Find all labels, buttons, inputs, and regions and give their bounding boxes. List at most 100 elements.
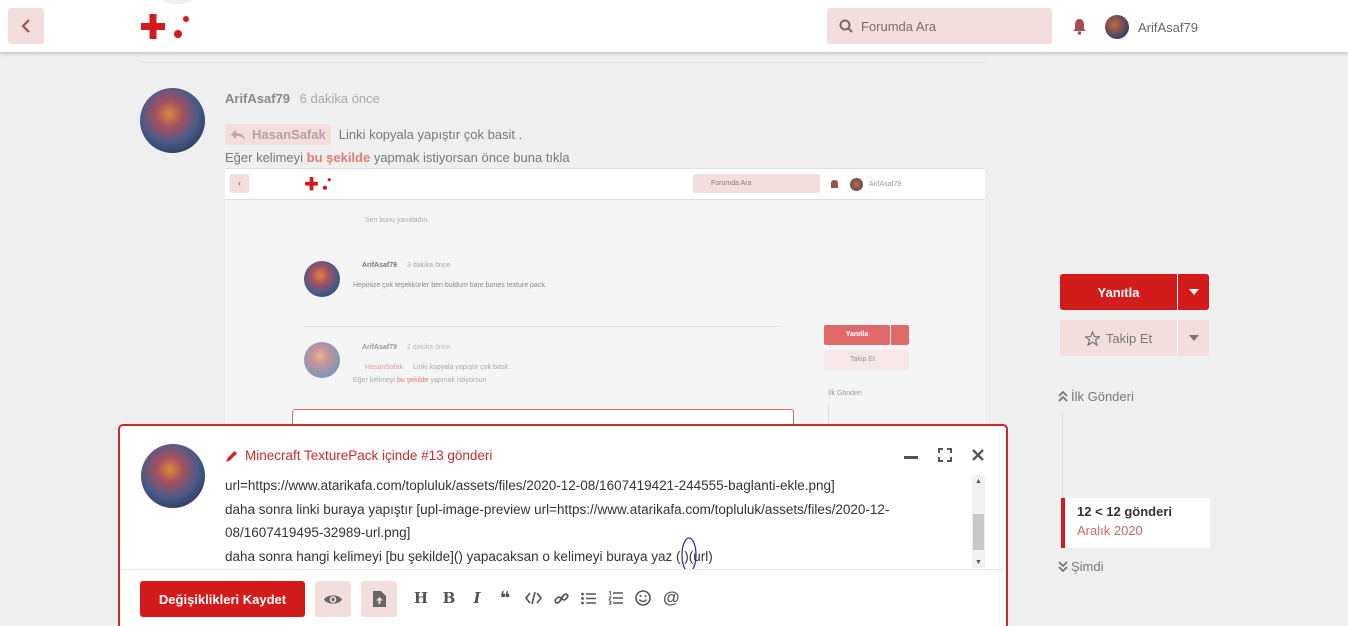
composer-textarea[interactable]: url=https://www.atarikafa.com/topluluk/a… bbox=[225, 474, 970, 568]
embedded-back-button: ‹ bbox=[230, 174, 249, 193]
scrollbar-thumb[interactable] bbox=[973, 514, 984, 550]
minimize-icon[interactable] bbox=[904, 448, 918, 462]
eye-icon bbox=[324, 594, 342, 604]
embedded-screenshot[interactable]: ‹ Forumda Ara ArifAsaf79 Sen bunu yanıtl… bbox=[225, 168, 985, 428]
logo-bump bbox=[160, 0, 194, 4]
caret-down-icon bbox=[1188, 335, 1199, 341]
reply-button-group: Yanıtla bbox=[1060, 274, 1209, 310]
link-icon[interactable] bbox=[554, 591, 569, 606]
mention-icon[interactable]: @ bbox=[663, 588, 680, 608]
fullscreen-icon[interactable] bbox=[938, 448, 952, 462]
composer-scrollbar[interactable]: ▲ ▼ bbox=[972, 476, 985, 568]
post-avatar[interactable] bbox=[140, 88, 205, 153]
embedded-reply-dd bbox=[891, 325, 909, 345]
quote-text: Linki kopyala yapıştır çok basit . bbox=[338, 127, 523, 142]
line2-prefix: Eğer kelimeyi bbox=[225, 150, 307, 165]
scroll-down-arrow[interactable]: ▼ bbox=[975, 559, 982, 566]
reply-label: Yanıtla bbox=[1097, 284, 1140, 300]
post-header: ArifAsaf79 6 dakika önce bbox=[225, 91, 380, 106]
composer-avatar bbox=[141, 444, 205, 508]
post-line: Eğer kelimeyi bu şekilde yapmak istiyors… bbox=[225, 150, 570, 165]
double-chevron-down-icon bbox=[1058, 561, 1068, 572]
embedded-p2-line2-b: bu şekilde bbox=[396, 377, 429, 384]
composer-line: url=https://www.atarikafa.com/topluluk/a… bbox=[225, 478, 835, 493]
search-icon bbox=[839, 19, 853, 33]
reply-button[interactable]: Yanıtla bbox=[1060, 274, 1177, 310]
first-post-link[interactable]: İlk Gönderi bbox=[1058, 389, 1134, 404]
embedded-p1-text: Hepinize çok teşekkürler ben buldum bare… bbox=[353, 282, 547, 289]
composer-controls bbox=[904, 448, 984, 462]
follow-dropdown-button[interactable] bbox=[1177, 320, 1209, 356]
embedded-p2-line2-a: Eğer kelimeyi bbox=[353, 377, 397, 384]
user-menu[interactable]: ArifAsaf79 bbox=[1105, 15, 1198, 39]
preview-button[interactable] bbox=[315, 581, 351, 617]
close-icon[interactable] bbox=[972, 449, 984, 461]
embedded-avatar-1 bbox=[304, 261, 340, 297]
save-changes-button[interactable]: Değişiklikleri Kaydet bbox=[140, 581, 305, 617]
timeline-position[interactable]: 12 < 12 gönderi Aralık 2020 bbox=[1061, 498, 1210, 548]
post-position: 12 < 12 gönderi bbox=[1077, 504, 1173, 519]
code-icon[interactable] bbox=[525, 592, 542, 604]
top-bar: Forumda Ara ArifAsaf79 bbox=[0, 0, 1348, 52]
italic-icon[interactable]: I bbox=[469, 589, 485, 607]
embedded-p2-text: Linki kopyala yapıştır çok basit . bbox=[413, 364, 512, 371]
embedded-avatar bbox=[850, 178, 863, 191]
embedded-search: Forumda Ara bbox=[693, 174, 820, 193]
pencil-icon bbox=[226, 450, 237, 462]
back-button[interactable] bbox=[8, 8, 44, 44]
heading-icon[interactable]: H bbox=[413, 589, 429, 607]
line2-suffix: yapmak istiyorsan önce buna tıkla bbox=[370, 150, 570, 165]
star-icon bbox=[1084, 330, 1100, 346]
post-time[interactable]: 6 dakika önce bbox=[300, 91, 380, 106]
follow-label: Takip Et bbox=[1105, 330, 1153, 346]
embedded-reply-label: Yanıtla bbox=[845, 331, 869, 338]
bullet-list-icon[interactable] bbox=[581, 592, 596, 605]
embedded-replied: Sen bunu yanıtladın. bbox=[365, 217, 430, 224]
now-label: Şimdi bbox=[1071, 559, 1104, 574]
quote-icon[interactable]: ❝ bbox=[497, 589, 513, 607]
embedded-p1-time: 3 dakika önce bbox=[407, 262, 451, 269]
now-link[interactable]: Şimdi bbox=[1058, 559, 1104, 574]
upload-button[interactable] bbox=[361, 581, 397, 617]
composer: Minecraft TexturePack içinde #13 gönderi… bbox=[118, 424, 1008, 626]
embedded-bell-icon bbox=[831, 180, 838, 188]
post-date: Aralık 2020 bbox=[1077, 523, 1143, 538]
search-input[interactable]: Forumda Ara bbox=[827, 8, 1052, 44]
embedded-p2-author: ArifAsaf79 bbox=[362, 344, 398, 351]
chevron-left-icon bbox=[21, 19, 30, 33]
composer-footer: Değişiklikleri Kaydet H B I ❝ @ bbox=[120, 569, 1006, 626]
post-author[interactable]: ArifAsaf79 bbox=[225, 91, 290, 106]
follow-button[interactable]: Takip Et bbox=[1060, 320, 1177, 356]
emoji-icon[interactable] bbox=[635, 590, 651, 606]
embedded-avatar-2 bbox=[304, 342, 340, 378]
embedded-p2-mention: HasanSafak bbox=[365, 364, 404, 371]
double-chevron-up-icon bbox=[1058, 391, 1068, 402]
search-placeholder: Forumda Ara bbox=[861, 18, 937, 34]
embedded-p1-author: ArifAsaf79 bbox=[362, 262, 398, 269]
embedded-reply-button: Yanıtla bbox=[824, 325, 890, 345]
embedded-logo-icon bbox=[305, 177, 331, 191]
reply-dropdown-button[interactable] bbox=[1177, 274, 1209, 310]
scroll-up-arrow[interactable]: ▲ bbox=[975, 478, 982, 485]
embedded-search-label: Forumda Ara bbox=[711, 180, 752, 187]
mention[interactable]: HasanSafak bbox=[225, 124, 331, 145]
bold-icon[interactable]: B bbox=[441, 589, 457, 607]
ordered-list-icon[interactable] bbox=[608, 591, 623, 605]
divider bbox=[140, 62, 985, 63]
site-logo-icon[interactable] bbox=[141, 14, 193, 42]
composer-title-text[interactable]: Minecraft TexturePack içinde #13 gönderi bbox=[245, 448, 492, 463]
embedded-p2-line2: Eğer kelimeyi bu şekilde yapmak istiyors… bbox=[353, 377, 486, 384]
composer-line: 08/1607419495-32989-url.png] bbox=[225, 525, 411, 540]
file-upload-icon bbox=[372, 591, 386, 607]
bold-link[interactable]: bu şekilde bbox=[307, 150, 371, 165]
format-toolbar: H B I ❝ @ bbox=[413, 588, 680, 608]
first-post-label: İlk Gönderi bbox=[1071, 389, 1134, 404]
reply-arrow-icon bbox=[231, 129, 245, 140]
save-label: Değişiklikleri Kaydet bbox=[158, 591, 287, 607]
timeline-track[interactable] bbox=[1062, 412, 1063, 500]
embedded-user: ArifAsaf79 bbox=[869, 181, 902, 188]
embedded-follow-label: Takip Et bbox=[850, 356, 875, 363]
bell-icon[interactable] bbox=[1072, 18, 1087, 35]
embedded-divider bbox=[304, 326, 782, 327]
composer-title: Minecraft TexturePack içinde #13 gönderi bbox=[225, 448, 492, 463]
